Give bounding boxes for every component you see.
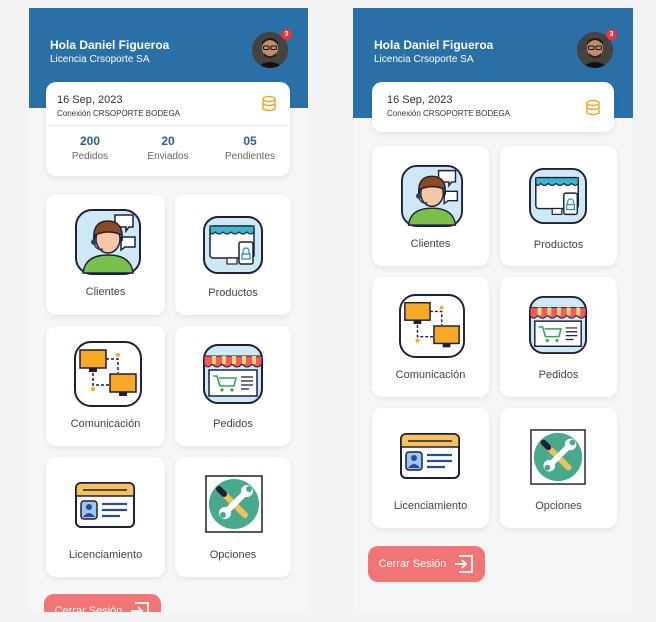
network-computers-icon: [399, 294, 465, 358]
online-store-icon: [529, 168, 587, 224]
menu-tile-licenciamiento[interactable]: Licenciamiento: [46, 457, 165, 577]
tile-label: Clientes: [85, 286, 126, 298]
tile-label: Pedidos: [538, 369, 579, 381]
shop-cart-icon: [529, 296, 587, 354]
tile-label: Productos: [533, 239, 584, 251]
tile-label: Clientes: [410, 238, 451, 250]
menu-tile-opciones[interactable]: Opciones: [500, 408, 617, 528]
stat-enviados[interactable]: 20 Enviados: [133, 134, 203, 162]
tile-label: Productos: [208, 287, 258, 299]
logout-button[interactable]: Cerrar Sesión: [368, 546, 485, 582]
online-store-icon: [203, 216, 263, 274]
tile-label: Comunicación: [395, 369, 466, 381]
date: 16 Sep, 2023: [387, 94, 453, 106]
logout-icon: [131, 602, 150, 612]
menu-tile-licenciamiento[interactable]: Licenciamiento: [372, 408, 489, 528]
stat-label: Enviados: [147, 151, 189, 162]
tile-label: Opciones: [209, 549, 257, 561]
menu-tile-productos[interactable]: Productos: [175, 195, 291, 315]
stat-pendientes[interactable]: 05 Pendientes: [215, 134, 285, 162]
menu-tile-comunicacion[interactable]: Comunicación: [46, 326, 165, 446]
menu-tile-clientes[interactable]: Clientes: [46, 195, 165, 315]
info-card: 16 Sep, 2023 Conexión CRSOPORTE BODEGA 2…: [46, 82, 290, 176]
greeting: Hola Daniel Figueroa: [374, 38, 494, 52]
license-name: Licencia Crsoporte SA: [374, 54, 474, 65]
menu-tile-clientes[interactable]: Clientes: [372, 146, 489, 266]
menu-tile-pedidos[interactable]: Pedidos: [500, 277, 617, 397]
id-card-icon: [400, 433, 460, 479]
tools-icon: [205, 475, 263, 533]
menu-tile-pedidos[interactable]: Pedidos: [175, 326, 291, 446]
logout-label: Cerrar Sesión: [378, 558, 447, 570]
info-card: 16 Sep, 2023 Conexión CRSOPORTE BODEGA: [372, 82, 614, 132]
tile-label: Pedidos: [213, 418, 253, 430]
menu-tile-opciones[interactable]: Opciones: [175, 457, 291, 577]
connection-name: Conexión CRSOPORTE BODEGA: [387, 109, 511, 118]
database-icon[interactable]: [261, 95, 277, 113]
shop-cart-icon: [203, 344, 263, 404]
logout-button[interactable]: Cerrar Sesión: [44, 594, 161, 612]
date: 16 Sep, 2023: [57, 94, 123, 106]
id-card-icon: [75, 482, 135, 528]
notification-badge: 3: [281, 29, 292, 40]
tile-label: Opciones: [535, 500, 582, 512]
database-icon[interactable]: [585, 99, 601, 117]
network-computers-icon: [74, 341, 142, 407]
phone-screen-right: Hola Daniel Figueroa Licencia Crsoporte …: [353, 8, 633, 612]
license-name: Licencia Crsoporte SA: [50, 54, 150, 65]
stat-label: Pendientes: [224, 151, 276, 162]
notification-badge: 3: [606, 29, 617, 40]
tools-icon: [530, 429, 586, 485]
logout-label: Cerrar Sesión: [54, 605, 123, 612]
menu-tile-comunicacion[interactable]: Comunicación: [372, 277, 489, 397]
stat-pedidos[interactable]: 200 Pedidos: [55, 134, 125, 162]
divider: [46, 125, 290, 126]
customer-support-icon: [75, 209, 141, 275]
stat-value: 200: [79, 134, 101, 148]
logout-icon: [455, 555, 474, 573]
menu-tile-productos[interactable]: Productos: [500, 146, 617, 266]
stat-value: 20: [161, 134, 175, 148]
phone-screen-left: Hola Daniel Figueroa Licencia Crsoporte …: [29, 8, 308, 612]
customer-support-icon: [401, 165, 463, 227]
connection-name: Conexión CRSOPORTE BODEGA: [57, 109, 181, 118]
tile-label: Licenciamiento: [393, 500, 468, 512]
stat-label: Pedidos: [71, 151, 109, 162]
tile-label: Comunicación: [70, 418, 141, 430]
tile-label: Licenciamiento: [68, 549, 143, 561]
stat-value: 05: [243, 134, 257, 148]
greeting: Hola Daniel Figueroa: [50, 38, 170, 52]
